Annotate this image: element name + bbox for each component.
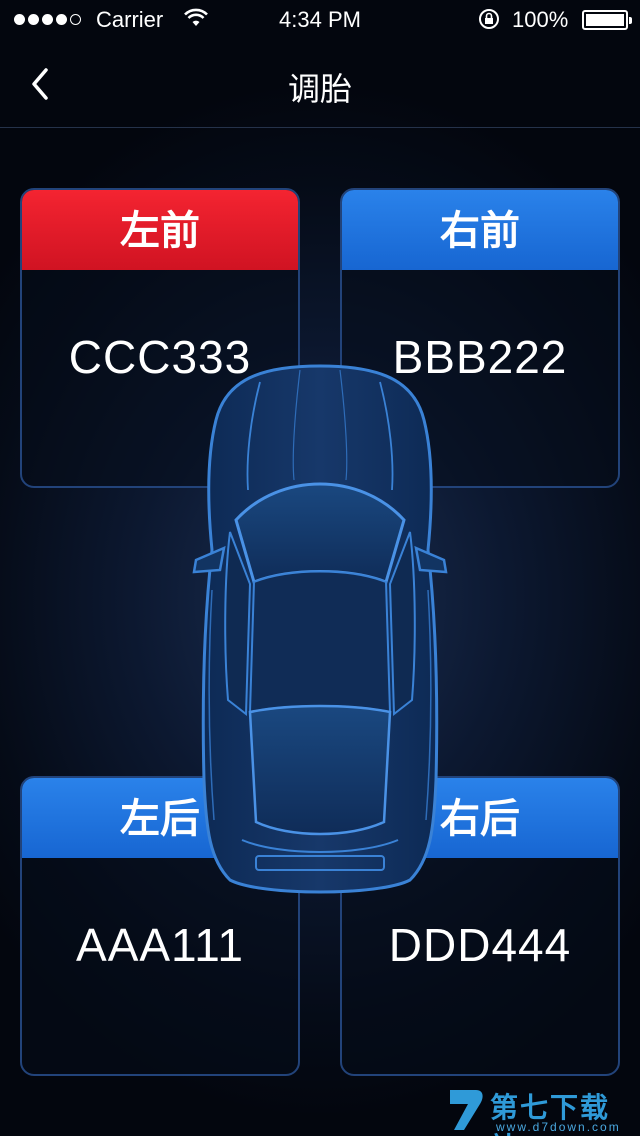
tire-sensor-id-rear-right: DDD444 bbox=[388, 919, 572, 971]
tire-label-rear-left: 左后 bbox=[22, 778, 298, 858]
status-bar: Carrier 4:34 PM 100% bbox=[0, 0, 640, 40]
d7-logo-icon bbox=[450, 1090, 483, 1130]
tire-card-rear-left[interactable]: 左后 AAA111 bbox=[20, 776, 300, 1076]
page-title: 调胎 bbox=[287, 71, 352, 107]
battery-icon bbox=[582, 10, 632, 30]
navigation-bar: 调胎 bbox=[0, 40, 640, 128]
battery-percent: 100% bbox=[512, 7, 569, 32]
tire-sensor-id-front-left: CCC333 bbox=[68, 331, 252, 383]
tire-card-front-right[interactable]: 右前 BBB222 bbox=[340, 188, 620, 488]
tire-card-front-left[interactable]: 左前 CCC333 bbox=[20, 188, 300, 488]
tire-label-rear-right: 右后 bbox=[342, 778, 618, 858]
watermark: 第七下载站 www.d7down.com bbox=[446, 1084, 636, 1136]
tire-sensor-id-front-right: BBB222 bbox=[392, 331, 568, 383]
watermark-url: www.d7down.com bbox=[496, 1120, 621, 1134]
tire-label-front-left: 左前 bbox=[22, 190, 298, 270]
rotation-lock-icon bbox=[479, 9, 499, 29]
tire-label-front-right: 右前 bbox=[342, 190, 618, 270]
tire-sensor-id-rear-left: AAA111 bbox=[76, 919, 244, 971]
tire-card-rear-right[interactable]: 右后 DDD444 bbox=[340, 776, 620, 1076]
